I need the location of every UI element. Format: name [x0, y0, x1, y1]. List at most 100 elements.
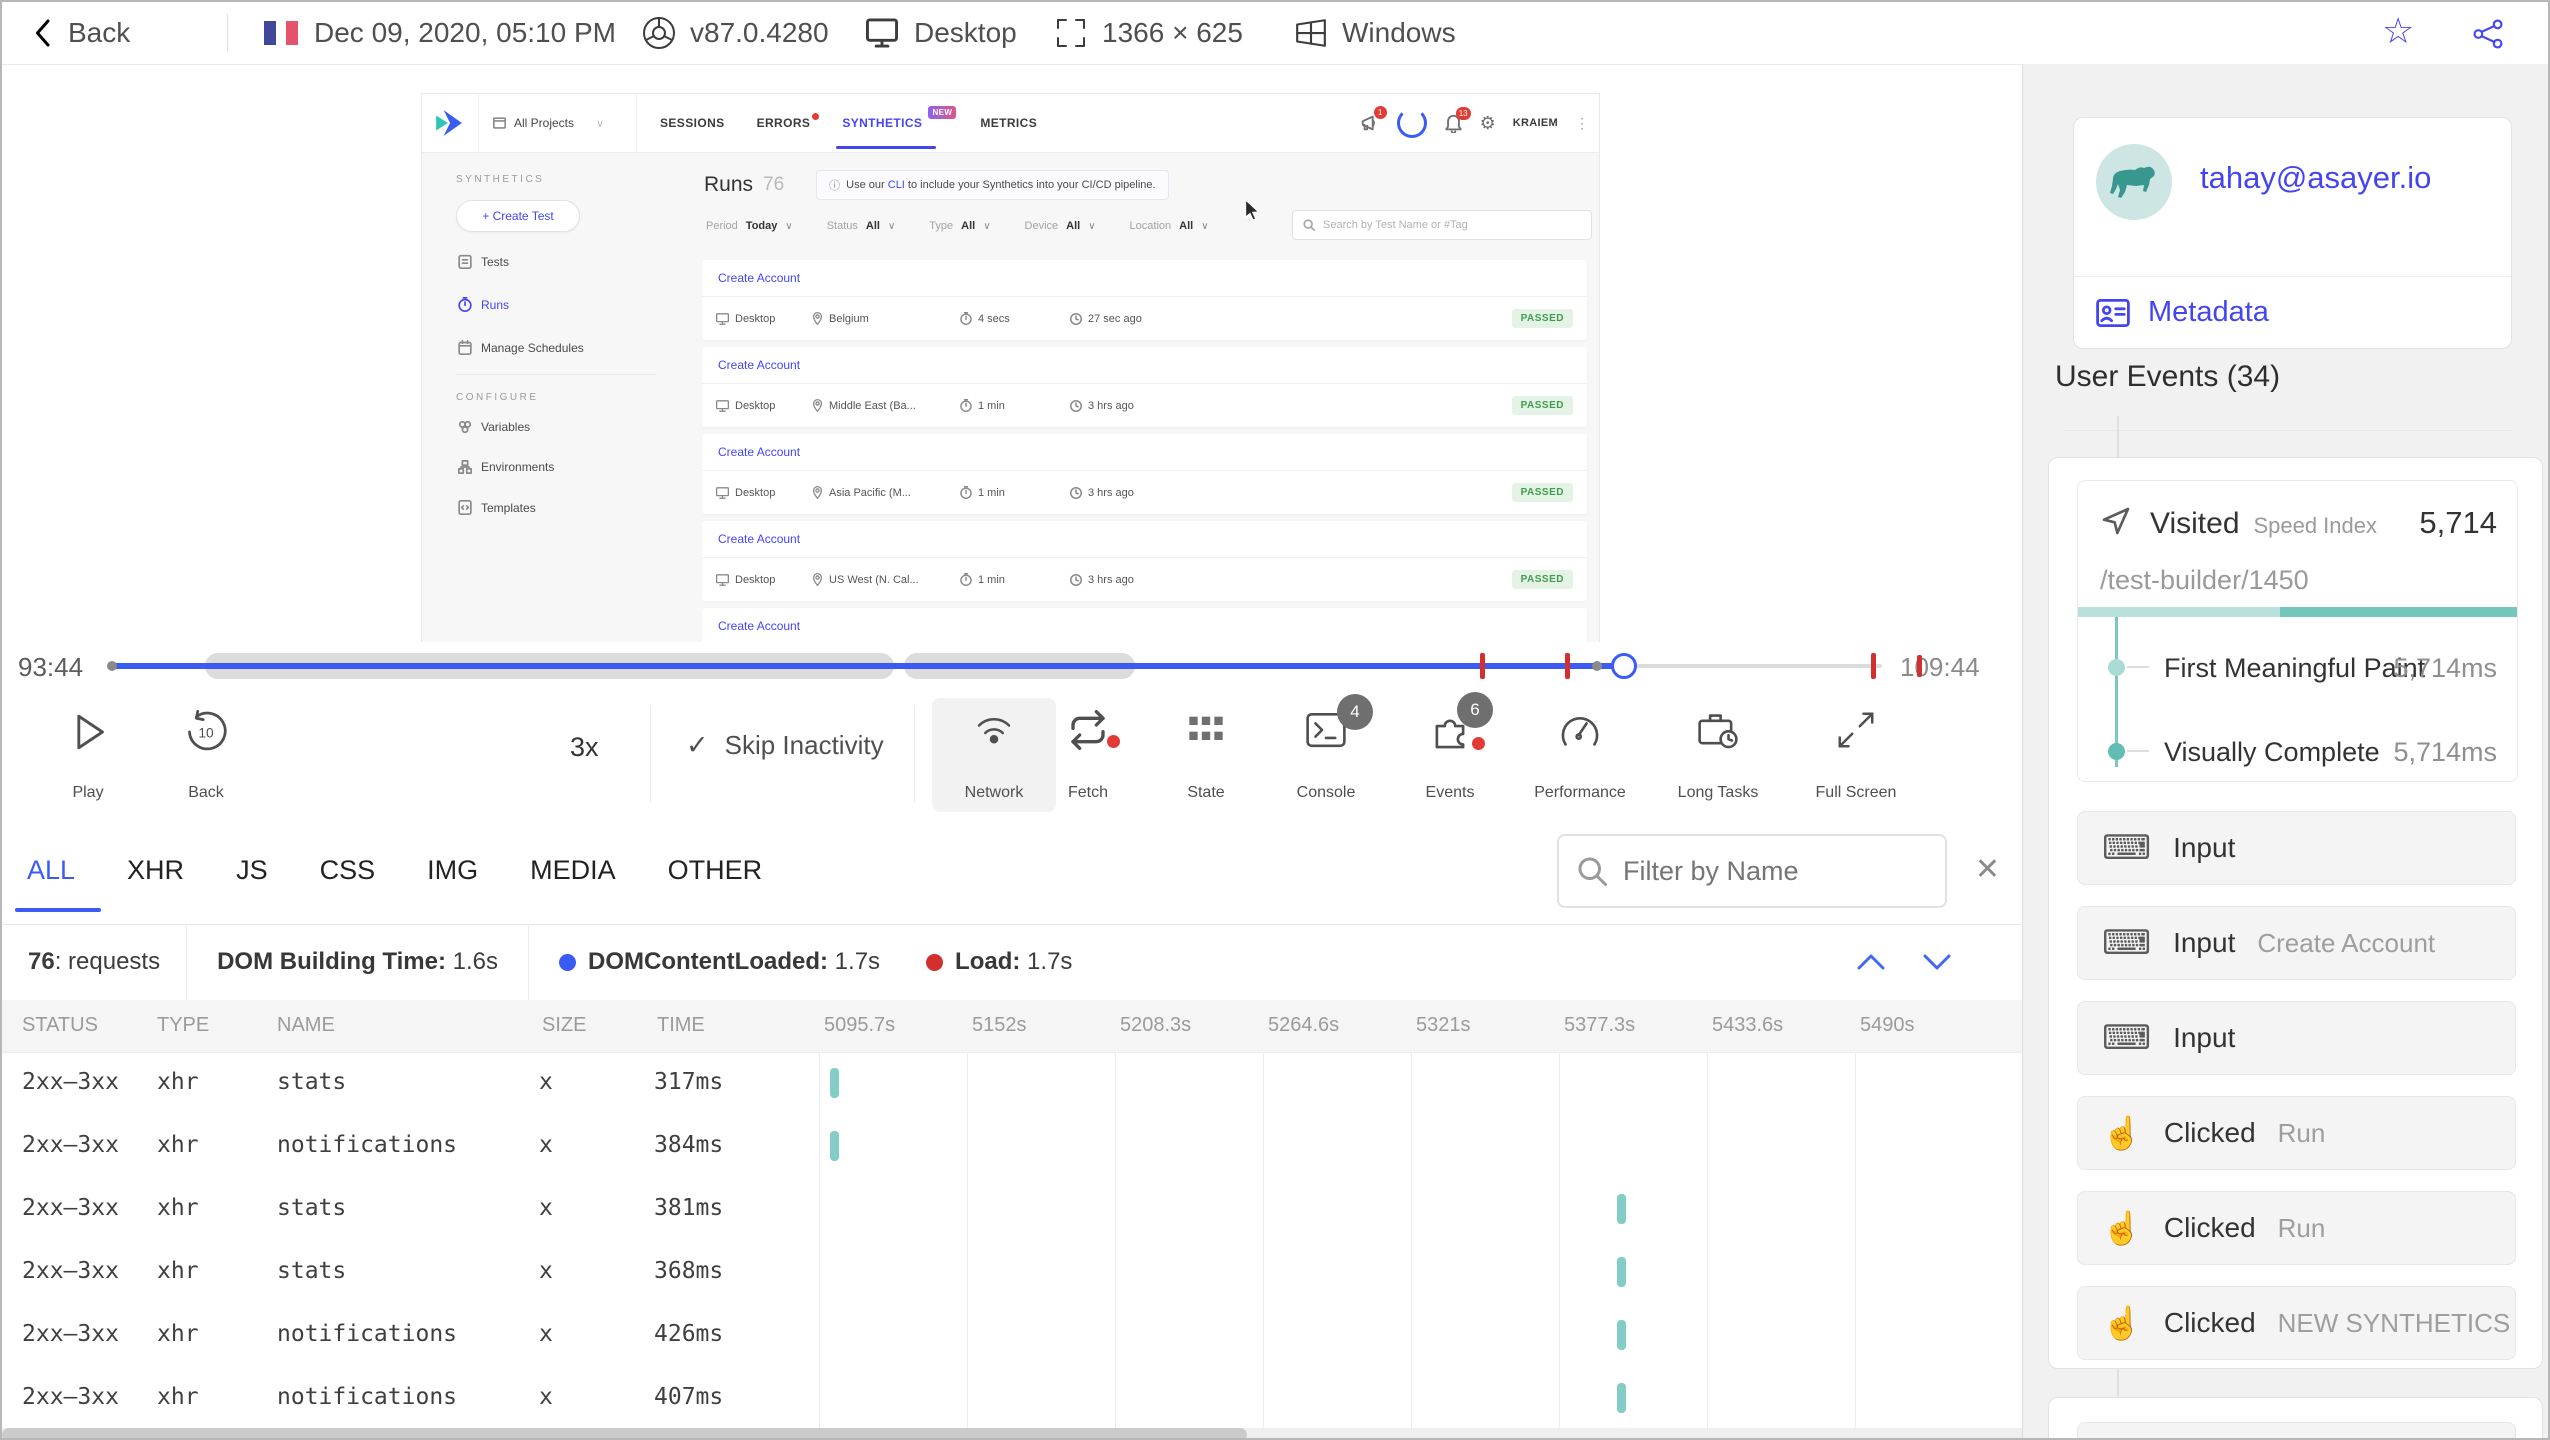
event-clicked[interactable]: ☝ Clicked Run: [2077, 1096, 2516, 1170]
back-label: Back: [68, 17, 131, 48]
vc-value: 5,714ms: [2393, 737, 2497, 767]
tab-xhr[interactable]: XHR: [127, 855, 184, 886]
back-10s-button[interactable]: 10 Back: [150, 698, 262, 812]
app-sidebar-templates: Templates: [458, 500, 536, 515]
session-date: Dec 09, 2020, 05:10 PM: [264, 2, 616, 64]
fetch-button[interactable]: Fetch: [1032, 698, 1144, 812]
tab-other[interactable]: OTHER: [668, 855, 763, 886]
row-size: x: [539, 1069, 553, 1095]
console-button[interactable]: 4 Console: [1270, 694, 1382, 812]
tab-media[interactable]: MEDIA: [530, 855, 616, 886]
load-time: Load: 1.7s: [910, 948, 1088, 976]
favorite-button[interactable]: ☆: [2382, 10, 2414, 52]
playhead[interactable]: [1611, 653, 1637, 679]
network-row[interactable]: 2xx–3xx xhr stats x 368ms: [2, 1241, 2022, 1304]
vc-dot: [2108, 743, 2125, 760]
run-device: Desktop: [716, 487, 812, 499]
topbar-divider: [227, 14, 228, 52]
cli-banner: ⓘ Use our CLI to include your Synthetics…: [816, 170, 1169, 200]
error-marker[interactable]: [1565, 653, 1570, 679]
briefcase-clock-icon: [1698, 714, 1738, 749]
row-type: xhr: [157, 1069, 199, 1095]
tab-img[interactable]: IMG: [427, 855, 478, 886]
speed-toggle[interactable]: 3x: [570, 732, 599, 763]
metadata-button[interactable]: Metadata: [2096, 296, 2269, 329]
pointer-icon: ☝: [2102, 1115, 2142, 1151]
tab-css[interactable]: CSS: [320, 855, 376, 886]
event-input[interactable]: ⌨ Input: [2077, 1001, 2516, 1075]
visited-event-card[interactable]: Visited Speed Index 5,714 /test-builder/…: [2077, 480, 2518, 782]
run-location: Belgium: [812, 312, 960, 325]
events-group-next: [2048, 1397, 2543, 1438]
row-type: xhr: [157, 1195, 199, 1221]
row-name: notifications: [277, 1321, 458, 1347]
jump-prev-button[interactable]: [1856, 953, 1886, 971]
browser-version: v87.0.4280: [642, 2, 829, 64]
clock-icon: [1070, 486, 1082, 499]
user-email-link[interactable]: tahay@asayer.io: [2200, 160, 2431, 196]
back-button[interactable]: Back: [32, 2, 130, 64]
tab-all-active[interactable]: ALL: [15, 855, 101, 912]
animal-avatar-icon: [2110, 166, 2155, 198]
network-row[interactable]: 2xx–3xx xhr notifications x 384ms: [2, 1115, 2022, 1178]
run-duration: 1 min: [960, 573, 1070, 586]
event-clicked[interactable]: ☝ Clicked Run: [2077, 1191, 2516, 1265]
bell-badge: 13: [1455, 107, 1471, 120]
network-row[interactable]: 2xx–3xx xhr stats x 381ms: [2, 1178, 2022, 1241]
full-screen-button[interactable]: Full Screen: [1800, 698, 1912, 812]
filter-type: Type All ∨: [929, 220, 991, 232]
avatar: [2096, 144, 2172, 220]
tab-underline: [15, 907, 101, 912]
user-card: tahay@asayer.io Metadata: [2073, 117, 2512, 349]
row-name: stats: [277, 1069, 347, 1095]
filter-input[interactable]: [1621, 854, 1925, 888]
run-title: Create Account: [702, 260, 1587, 297]
close-panel-button[interactable]: ✕: [1975, 852, 2000, 887]
tab-js[interactable]: JS: [236, 855, 268, 886]
network-row[interactable]: 2xx–3xx xhr notifications x 426ms: [2, 1304, 2022, 1367]
row-status: 2xx–3xx: [22, 1069, 119, 1095]
timeline-track[interactable]: [107, 642, 1922, 690]
stopwatch-icon: [960, 399, 972, 412]
error-marker[interactable]: [1871, 653, 1876, 679]
cubes-icon: [458, 420, 472, 434]
events-connector-line: [2063, 430, 2513, 431]
row-type: xhr: [157, 1321, 199, 1347]
search-icon: [1303, 219, 1315, 231]
track-start-dot: [107, 661, 117, 671]
share-button[interactable]: [2472, 18, 2504, 50]
row-size: x: [539, 1132, 553, 1158]
monitor-icon: [866, 18, 898, 48]
run-card: Create Account Desktop Middle East (Ba..…: [702, 347, 1587, 427]
network-row[interactable]: 2xx–3xx xhr notifications x 407ms: [2, 1367, 2022, 1428]
event-clicked[interactable]: ☝ Clicked NEW SYNTHETICS: [2077, 1286, 2516, 1360]
error-marker[interactable]: [1917, 655, 1922, 677]
skip-inactivity-toggle[interactable]: ✓ Skip Inactivity: [686, 730, 884, 761]
performance-button[interactable]: Performance: [1524, 698, 1636, 812]
horizontal-scrollbar[interactable]: [2, 1428, 2022, 1438]
events-button[interactable]: 6 Events: [1394, 692, 1506, 812]
run-card: Create Account Desktop US West (N. Cal..…: [702, 521, 1587, 601]
col-type: TYPE: [157, 1014, 210, 1036]
state-button[interactable]: State: [1150, 698, 1262, 812]
paint-progress-bar: [2078, 607, 2517, 617]
app-tabs: SESSIONS ERRORS SYNTHETICS NEW METRICS: [660, 94, 1037, 152]
chevron-left-icon: [36, 19, 50, 47]
scrollbar-thumb[interactable]: [2, 1428, 1247, 1438]
row-status: 2xx–3xx: [22, 1258, 119, 1284]
device-indicator: Desktop: [864, 2, 1017, 64]
jump-next-button[interactable]: [1922, 953, 1952, 971]
run-location: Asia Pacific (M...: [812, 486, 960, 499]
keyboard-icon: ⌨: [2102, 924, 2152, 962]
network-row[interactable]: 2xx–3xx xhr stats x 317ms: [2, 1052, 2022, 1115]
monitor-icon: [716, 486, 729, 499]
event-input[interactable]: ⌨ Input Create Account: [2077, 906, 2516, 980]
play-button[interactable]: Play: [32, 698, 144, 812]
tab-sessions: SESSIONS: [660, 116, 725, 130]
error-marker[interactable]: [1480, 653, 1485, 679]
state-grid-icon: [1189, 716, 1223, 740]
event-input[interactable]: ⌨ Input: [2077, 811, 2516, 885]
request-timing-bar: [830, 1131, 839, 1161]
resolution-label: 1366 × 625: [1102, 17, 1243, 48]
long-tasks-button[interactable]: Long Tasks: [1662, 698, 1774, 812]
